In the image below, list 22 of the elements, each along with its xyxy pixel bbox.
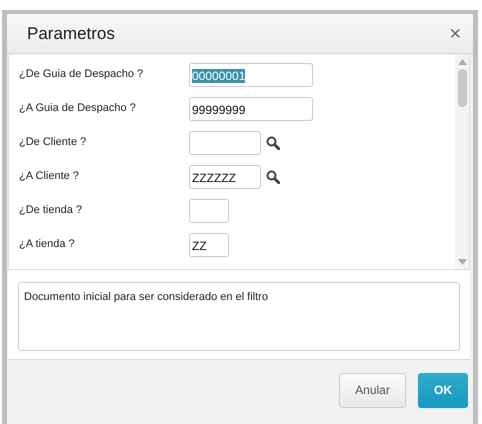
scroll-down-icon[interactable]	[458, 259, 466, 265]
field-label: ¿De Guia de Despacho ?	[19, 67, 144, 82]
input-field[interactable]	[189, 199, 229, 223]
input-field[interactable]: ZZZZZZ	[189, 165, 261, 189]
search-icon[interactable]	[266, 170, 280, 184]
scroll-up-icon[interactable]	[458, 59, 466, 65]
field-label: ¿A Cliente ?	[19, 169, 80, 184]
close-button[interactable]: ×	[449, 24, 461, 44]
input-field[interactable]: ZZ	[189, 233, 229, 257]
field-label: ¿A Guia de Despacho ?	[19, 101, 137, 116]
help-text-box: Documento inicial para ser considerado en el filtro	[18, 282, 460, 351]
scrollbar[interactable]	[455, 55, 469, 269]
cancel-button[interactable]: Anular	[339, 372, 406, 408]
dialog-title: Parametros	[27, 22, 115, 45]
field-label: ¿De tienda ?	[19, 203, 83, 218]
input-field[interactable]: 00000001	[189, 63, 313, 87]
search-icon[interactable]	[266, 136, 280, 150]
scroll-thumb[interactable]	[458, 69, 466, 107]
field-label: ¿A tienda ?	[19, 237, 76, 252]
input-field[interactable]	[189, 131, 261, 155]
input-field[interactable]: 99999999	[189, 97, 313, 121]
field-label: ¿De Cliente ?	[19, 135, 88, 150]
